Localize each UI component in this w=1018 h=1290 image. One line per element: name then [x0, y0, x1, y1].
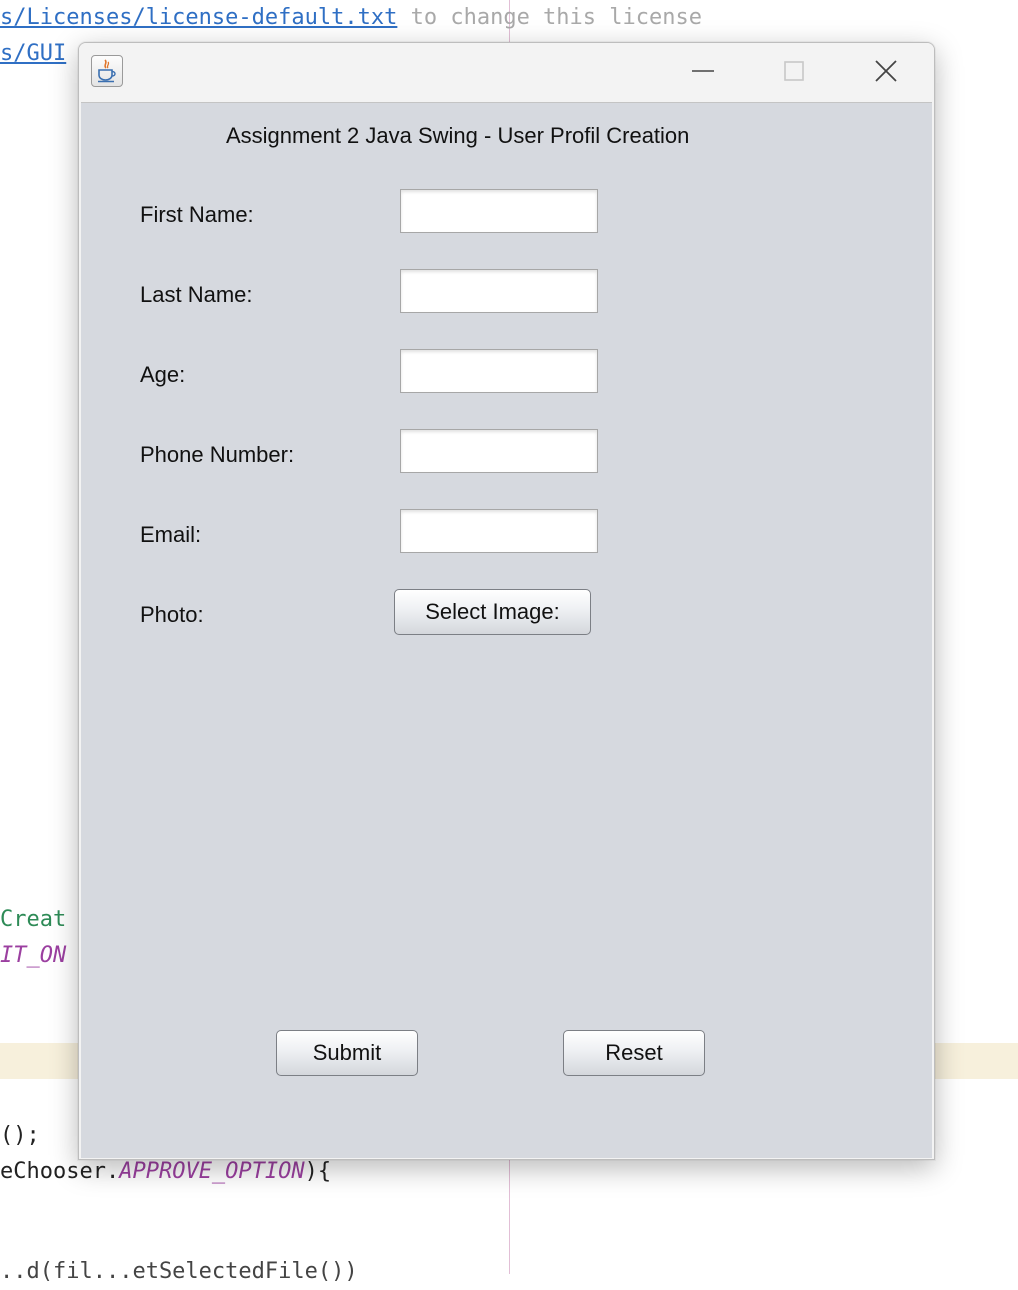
form-title: Assignment 2 Java Swing - User Profil Cr… [226, 123, 690, 148]
code-line-exit-on: IT_ON [0, 943, 67, 968]
minimize-button[interactable] [688, 57, 718, 87]
last-name-label: Last Name: [140, 282, 253, 307]
email-field[interactable] [400, 509, 598, 553]
window-titlebar[interactable] [79, 43, 934, 100]
phone-number-label: Phone Number: [140, 442, 295, 467]
code-line-create: Creat [0, 907, 67, 932]
minimize-icon [692, 70, 714, 72]
code-chooser: eChooser. [0, 1159, 120, 1184]
license-link[interactable]: s/Licenses/license-default.txt [0, 5, 397, 30]
reset-button[interactable]: Reset [563, 1030, 705, 1076]
code-line-gui[interactable]: s/GUI [0, 36, 66, 72]
form-panel: Assignment 2 Java Swing - User Profil Cr… [81, 102, 932, 1158]
code-approve-constant: APPROVE_OPTION [119, 1159, 305, 1184]
age-field[interactable] [400, 349, 598, 393]
first-name-label: First Name: [140, 202, 254, 227]
email-label: Email: [140, 522, 202, 547]
maximize-icon [784, 61, 804, 81]
close-icon [875, 60, 897, 82]
select-image-button[interactable]: Select Image: [394, 589, 591, 635]
code-line-partial: ..d(fil...etSelectedFile()) [0, 1259, 358, 1284]
java-coffee-cup-icon[interactable] [91, 55, 123, 87]
license-comment: to change this license [397, 5, 702, 30]
phone-number-field[interactable] [400, 429, 598, 473]
code-brace: ){ [304, 1159, 332, 1184]
last-name-field[interactable] [400, 269, 598, 313]
age-label: Age: [140, 362, 186, 387]
maximize-button[interactable] [779, 57, 809, 87]
photo-label: Photo: [140, 602, 204, 627]
close-button[interactable] [871, 57, 901, 87]
code-line-call: (); [0, 1123, 40, 1148]
submit-button[interactable]: Submit [276, 1030, 418, 1076]
profile-window: Assignment 2 Java Swing - User Profil Cr… [78, 42, 935, 1160]
code-line-license: s/Licenses/license-default.txt to change… [0, 0, 702, 36]
first-name-field[interactable] [400, 189, 598, 233]
